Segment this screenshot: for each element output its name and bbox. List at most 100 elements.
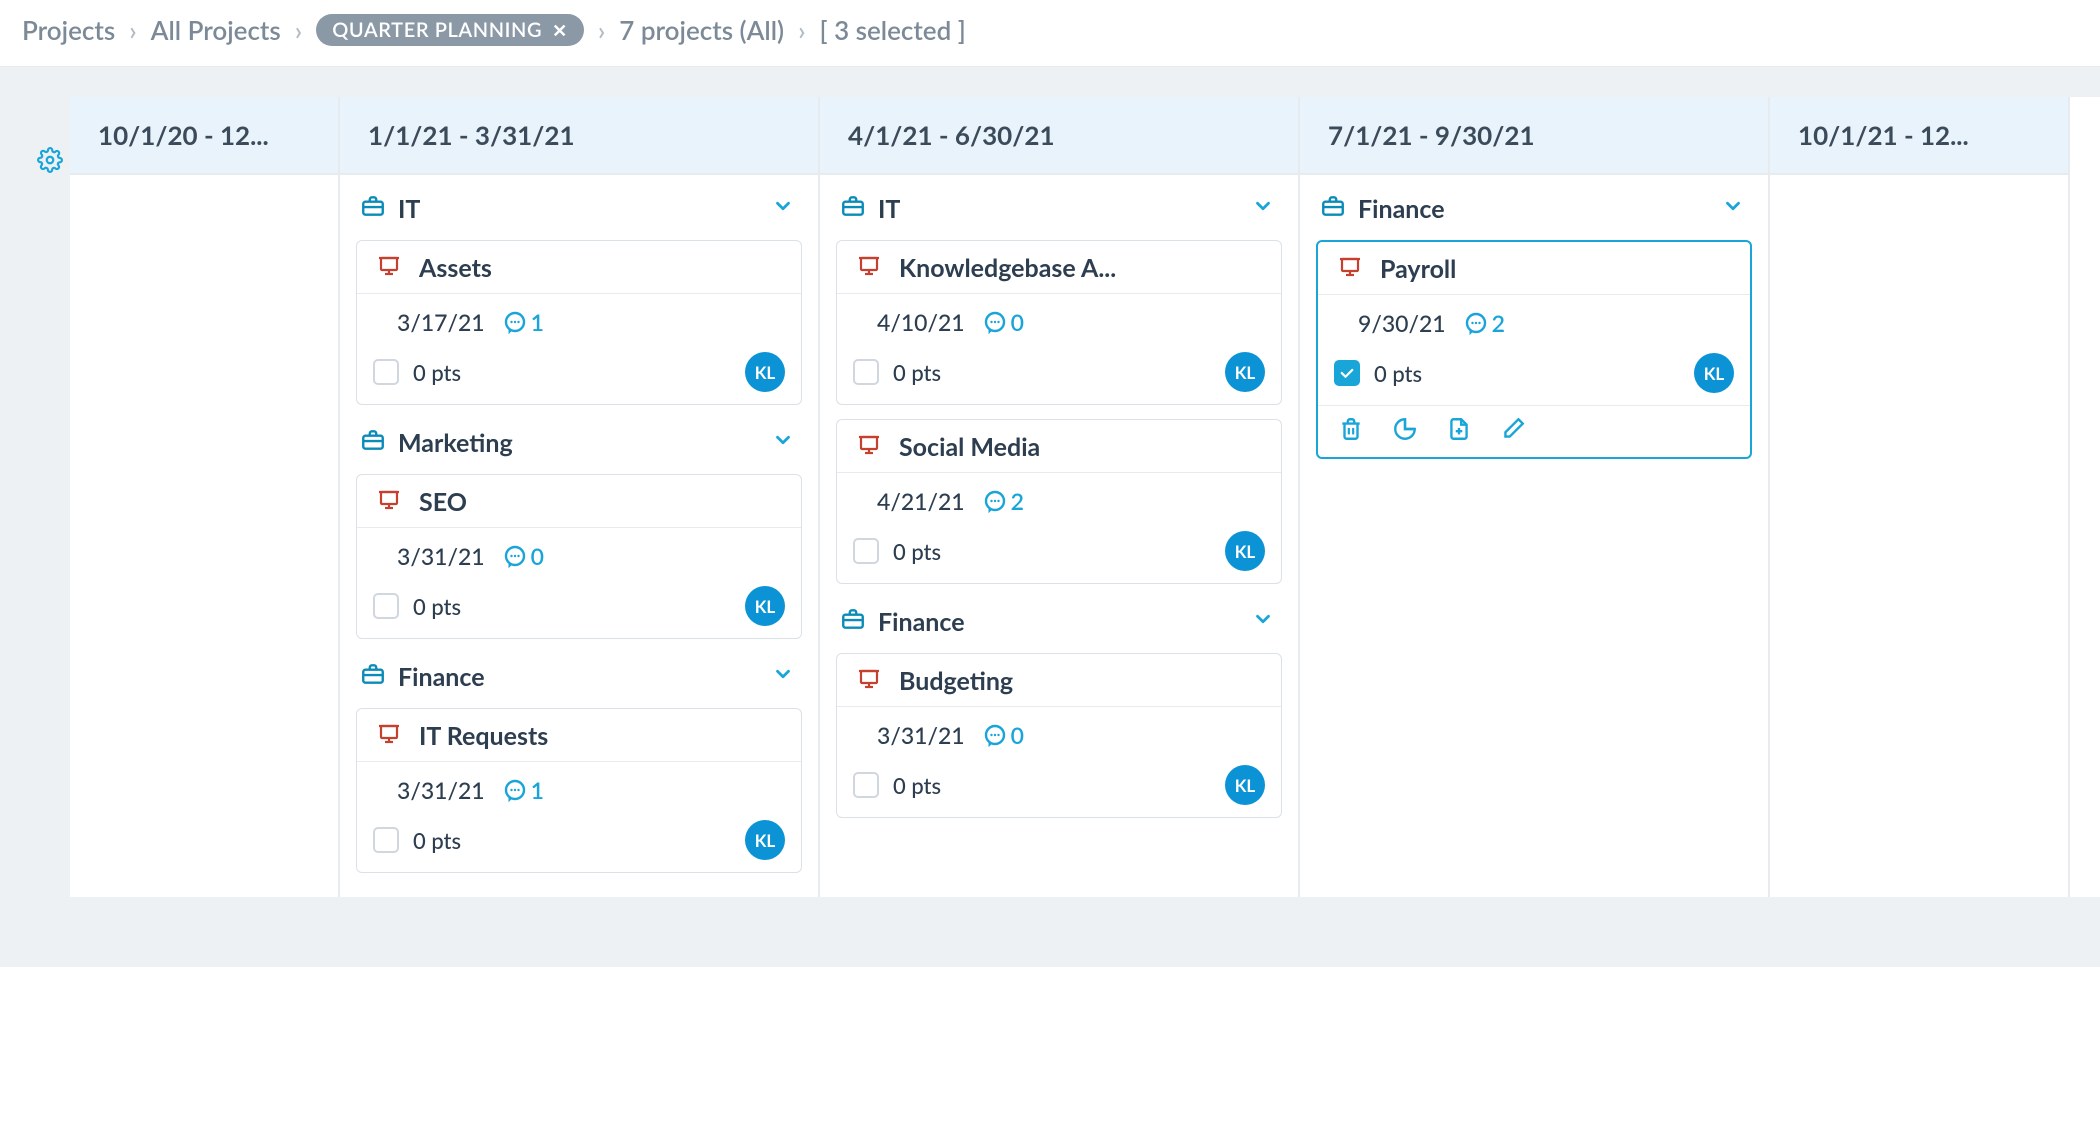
group-header[interactable]: Finance	[836, 598, 1282, 645]
presentation-icon	[857, 667, 881, 696]
project-card[interactable]: SEO3/31/2100 ptsKL	[356, 474, 802, 639]
breadcrumb: Projects › All Projects › QUARTER PLANNI…	[0, 0, 2100, 67]
group-title: IT	[878, 194, 1240, 224]
card-checkbox[interactable]	[853, 359, 879, 385]
presentation-icon	[857, 254, 881, 283]
column-header[interactable]: 1/1/21 - 3/31/21	[340, 97, 818, 175]
card-footer: 0 ptsKL	[357, 346, 801, 404]
card-comments[interactable]: 2	[983, 487, 1024, 515]
card-points: 0 pts	[413, 827, 731, 854]
column-header[interactable]: 10/1/21 - 12...	[1770, 97, 2068, 175]
chevron-down-icon[interactable]	[772, 195, 794, 222]
breadcrumb-filter-pill[interactable]: QUARTER PLANNING ✕	[316, 14, 584, 46]
group-title: IT	[398, 194, 760, 224]
card-meta: 3/31/211	[357, 762, 801, 814]
breadcrumb-project-count[interactable]: 7 projects (All)	[619, 14, 784, 46]
breadcrumb-selected-count[interactable]: [ 3 selected ]	[820, 14, 966, 46]
card-comments[interactable]: 1	[503, 776, 544, 804]
chevron-down-icon[interactable]	[1252, 608, 1274, 635]
card-checkbox[interactable]	[853, 772, 879, 798]
avatar[interactable]: KL	[745, 586, 785, 626]
group-header[interactable]: IT	[356, 185, 802, 232]
project-card[interactable]: Payroll9/30/2120 ptsKL	[1316, 240, 1752, 459]
comment-count: 2	[1011, 487, 1024, 515]
card-header: Social Media	[837, 420, 1281, 473]
comment-count: 0	[1011, 721, 1024, 749]
chevron-right-icon: ›	[295, 14, 302, 46]
avatar[interactable]: KL	[1225, 765, 1265, 805]
card-comments[interactable]: 2	[1464, 309, 1505, 337]
project-card[interactable]: Budgeting 3/31/21 0 0 ptsKL	[836, 653, 1282, 818]
chevron-down-icon[interactable]	[772, 663, 794, 690]
card-comments[interactable]: 0	[503, 542, 544, 570]
card-footer: 0 ptsKL	[837, 759, 1281, 817]
gear-icon[interactable]	[37, 147, 63, 897]
card-points: 0 pts	[893, 538, 1211, 565]
project-card[interactable]: Knowledgebase A...4/10/2100 ptsKL	[836, 240, 1282, 405]
avatar[interactable]: KL	[1225, 531, 1265, 571]
group-title: Finance	[878, 607, 1240, 637]
card-meta: 3/17/21 1	[357, 294, 801, 346]
presentation-icon	[377, 722, 401, 751]
column-header[interactable]: 4/1/21 - 6/30/21	[820, 97, 1298, 175]
card-comments[interactable]: 0	[983, 308, 1024, 336]
card-checkbox[interactable]	[853, 538, 879, 564]
chevron-down-icon[interactable]	[1722, 195, 1744, 222]
group-header[interactable]: Finance	[356, 653, 802, 700]
breadcrumb-all-projects[interactable]: All Projects	[151, 14, 281, 46]
briefcase-icon	[840, 606, 866, 637]
avatar[interactable]: KL	[745, 352, 785, 392]
card-title: Social Media	[899, 432, 1040, 462]
card-footer: 0 pts KL	[837, 525, 1281, 583]
column-header[interactable]: 10/1/20 - 12...	[70, 97, 338, 175]
pencil-icon[interactable]	[1500, 416, 1526, 447]
card-comments[interactable]: 0	[983, 721, 1024, 749]
card-footer: 0 ptsKL	[1318, 347, 1750, 405]
column-header[interactable]: 7/1/21 - 9/30/21	[1300, 97, 1768, 175]
group-header[interactable]: Marketing	[356, 419, 802, 466]
project-card[interactable]: Assets 3/17/21 1 0 ptsKL	[356, 240, 802, 405]
chevron-down-icon[interactable]	[772, 429, 794, 456]
chevron-down-icon[interactable]	[1252, 195, 1274, 222]
card-checkbox[interactable]	[373, 359, 399, 385]
comment-count: 0	[1011, 308, 1024, 336]
card-date: 3/17/21	[397, 308, 485, 336]
card-footer: 0 ptsKL	[357, 580, 801, 638]
briefcase-icon	[360, 427, 386, 458]
card-date: 3/31/21	[877, 721, 965, 749]
trash-icon[interactable]	[1338, 416, 1364, 447]
card-date: 4/21/21	[877, 487, 965, 515]
close-icon[interactable]: ✕	[552, 19, 568, 42]
avatar[interactable]: KL	[745, 820, 785, 860]
card-title: Payroll	[1380, 254, 1456, 284]
card-header: Assets	[357, 241, 801, 294]
card-checkbox[interactable]	[373, 827, 399, 853]
group-header[interactable]: IT	[836, 185, 1282, 232]
card-actions	[1318, 405, 1750, 457]
card-title: SEO	[419, 487, 467, 517]
briefcase-icon	[360, 661, 386, 692]
group-title: Finance	[398, 662, 760, 692]
card-title: Assets	[419, 253, 492, 283]
card-header: IT Requests	[357, 709, 801, 762]
avatar[interactable]: KL	[1694, 353, 1734, 393]
timeline-column: 4/1/21 - 6/30/21ITKnowledgebase A...4/10…	[820, 97, 1300, 897]
breadcrumb-projects[interactable]: Projects	[22, 14, 115, 46]
column-body	[1770, 175, 2068, 195]
copy-icon[interactable]	[1392, 416, 1418, 447]
card-title: Knowledgebase A...	[899, 253, 1116, 283]
project-card[interactable]: IT Requests 3/31/211 0 pts KL	[356, 708, 802, 873]
group-header[interactable]: Finance	[1316, 185, 1752, 232]
board-container: 10/1/20 - 12...1/1/21 - 3/31/21 IT Assets 3…	[0, 67, 2100, 967]
card-comments[interactable]: 1	[503, 308, 544, 336]
presentation-icon	[857, 433, 881, 462]
add-file-icon[interactable]	[1446, 416, 1472, 447]
card-header: Budgeting	[837, 654, 1281, 707]
card-title: IT Requests	[419, 721, 548, 751]
card-checkbox[interactable]	[373, 593, 399, 619]
project-card[interactable]: Social Media 4/21/21 2 0 pts KL	[836, 419, 1282, 584]
card-points: 0 pts	[893, 359, 1211, 386]
card-checkbox[interactable]	[1334, 360, 1360, 386]
card-title: Budgeting	[899, 666, 1013, 696]
avatar[interactable]: KL	[1225, 352, 1265, 392]
